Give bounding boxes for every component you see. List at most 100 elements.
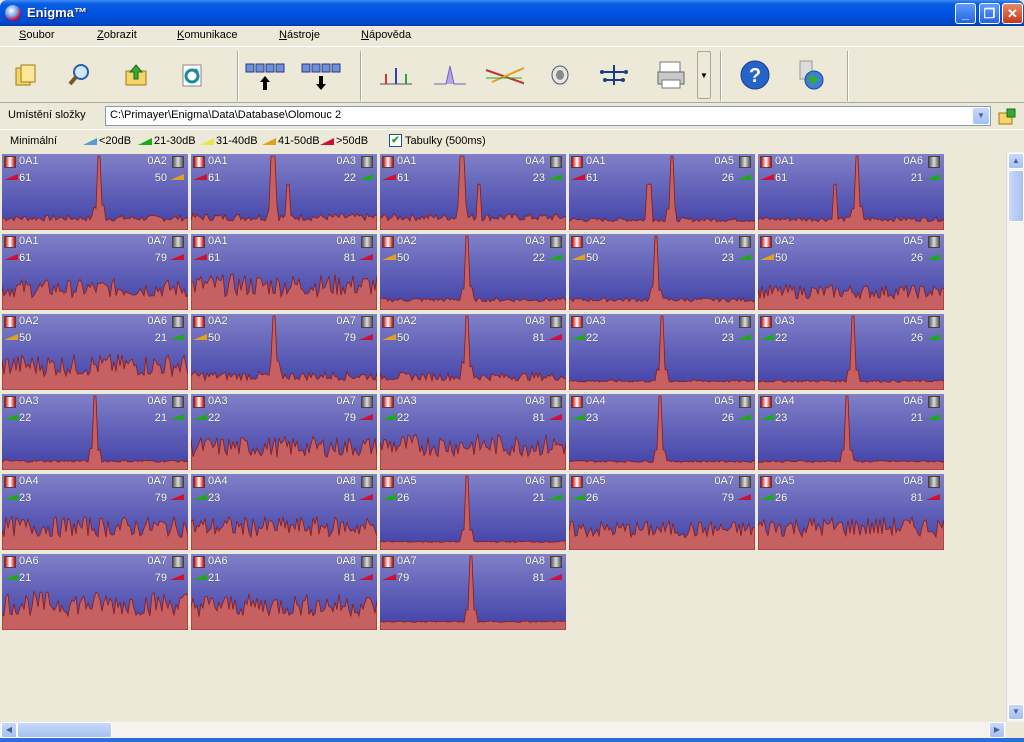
- logger-flag-icon[interactable]: [172, 236, 184, 248]
- logger-flag-icon[interactable]: [760, 396, 772, 408]
- correlation-cell[interactable]: 0A2 0A4 50 23: [569, 234, 755, 310]
- correlation-cell[interactable]: 0A4 0A6 23 21: [758, 394, 944, 470]
- download-icon[interactable]: [301, 55, 341, 95]
- logger-flag-icon[interactable]: [571, 156, 583, 168]
- correlation-cell[interactable]: 0A2 0A7 50 79: [191, 314, 377, 390]
- logger-flag-icon[interactable]: [361, 156, 373, 168]
- correlation-cell[interactable]: 0A3 0A6 22 21: [2, 394, 188, 470]
- scroll-left-arrow[interactable]: ◀: [1, 722, 17, 738]
- logger-flag-icon[interactable]: [571, 476, 583, 488]
- logger-flag-icon[interactable]: [193, 156, 205, 168]
- correlation-cell[interactable]: 0A7 0A8 79 81: [380, 554, 566, 630]
- correlation-cell[interactable]: 0A1 0A5 61 26: [569, 154, 755, 230]
- logger-flag-icon[interactable]: [172, 396, 184, 408]
- logger-flag-icon[interactable]: [571, 316, 583, 328]
- logger-flag-icon[interactable]: [361, 476, 373, 488]
- logger-flag-icon[interactable]: [193, 316, 205, 328]
- logger-flag-icon[interactable]: [550, 156, 562, 168]
- correlation-cell[interactable]: 0A1 0A6 61 21: [758, 154, 944, 230]
- correlation-cell[interactable]: 0A3 0A4 22 23: [569, 314, 755, 390]
- upload-icon[interactable]: [245, 55, 285, 95]
- network-icon[interactable]: [594, 55, 634, 95]
- open-folder-icon[interactable]: [6, 55, 46, 95]
- menu-komunikace[interactable]: Komunikace: [177, 29, 238, 41]
- logger-flag-icon[interactable]: [928, 156, 940, 168]
- logger-flag-icon[interactable]: [4, 316, 16, 328]
- logger-flag-icon[interactable]: [193, 476, 205, 488]
- scroll-right-arrow[interactable]: ▶: [989, 722, 1005, 738]
- correlation-cell[interactable]: 0A1 0A3 61 22: [191, 154, 377, 230]
- logger-flag-icon[interactable]: [571, 396, 583, 408]
- tables-checkbox[interactable]: ✔: [389, 134, 402, 147]
- spectrum-single-icon[interactable]: [430, 55, 470, 95]
- globe-icon[interactable]: [790, 55, 830, 95]
- correlation-icon[interactable]: [484, 55, 524, 95]
- correlation-cell[interactable]: 0A1 0A8 61 81: [191, 234, 377, 310]
- correlation-cell[interactable]: 0A2 0A3 50 22: [380, 234, 566, 310]
- logger-flag-icon[interactable]: [928, 476, 940, 488]
- logger-flag-icon[interactable]: [4, 476, 16, 488]
- menu-napoveda[interactable]: Nápověda: [361, 29, 411, 41]
- correlation-cell[interactable]: 0A3 0A7 22 79: [191, 394, 377, 470]
- refresh-icon[interactable]: [172, 55, 212, 95]
- logger-flag-icon[interactable]: [550, 236, 562, 248]
- horizontal-scrollbar[interactable]: ◀ ▶: [0, 722, 1006, 738]
- minimize-button[interactable]: _: [955, 3, 976, 24]
- logger-flag-icon[interactable]: [550, 316, 562, 328]
- logger-flag-icon[interactable]: [760, 316, 772, 328]
- correlation-cell[interactable]: 0A2 0A6 50 21: [2, 314, 188, 390]
- menu-nastroje[interactable]: Nástroje: [279, 29, 320, 41]
- logger-flag-icon[interactable]: [550, 476, 562, 488]
- print-dropdown-arrow[interactable]: ▼: [697, 51, 711, 99]
- logger-flag-icon[interactable]: [739, 236, 751, 248]
- correlation-cell[interactable]: 0A4 0A5 23 26: [569, 394, 755, 470]
- correlation-cell[interactable]: 0A2 0A5 50 26: [758, 234, 944, 310]
- logger-flag-icon[interactable]: [4, 156, 16, 168]
- folder-up-icon[interactable]: [116, 55, 156, 95]
- logger-flag-icon[interactable]: [361, 396, 373, 408]
- logger-flag-icon[interactable]: [739, 396, 751, 408]
- logger-flag-icon[interactable]: [382, 316, 394, 328]
- correlation-cell[interactable]: 0A1 0A7 61 79: [2, 234, 188, 310]
- menu-soubor[interactable]: Soubor: [19, 29, 54, 41]
- logger-flag-icon[interactable]: [193, 556, 205, 568]
- logger-flag-icon[interactable]: [382, 236, 394, 248]
- logger-flag-icon[interactable]: [172, 316, 184, 328]
- logger-flag-icon[interactable]: [550, 556, 562, 568]
- logger-flag-icon[interactable]: [928, 316, 940, 328]
- logger-flag-icon[interactable]: [760, 476, 772, 488]
- scroll-up-arrow[interactable]: ▲: [1008, 153, 1024, 169]
- correlation-cell[interactable]: 0A5 0A7 26 79: [569, 474, 755, 550]
- logger-flag-icon[interactable]: [172, 476, 184, 488]
- correlation-cell[interactable]: 0A5 0A6 26 21: [380, 474, 566, 550]
- correlation-cell[interactable]: 0A2 0A8 50 81: [380, 314, 566, 390]
- help-icon[interactable]: ?: [735, 55, 775, 95]
- correlation-cell[interactable]: 0A5 0A8 26 81: [758, 474, 944, 550]
- correlation-cell[interactable]: 0A1 0A2 61 50: [2, 154, 188, 230]
- logger-flag-icon[interactable]: [739, 476, 751, 488]
- logger-flag-icon[interactable]: [193, 396, 205, 408]
- correlation-cell[interactable]: 0A4 0A8 23 81: [191, 474, 377, 550]
- logger-flag-icon[interactable]: [760, 236, 772, 248]
- logger-flag-icon[interactable]: [382, 156, 394, 168]
- address-dropdown-arrow[interactable]: ▼: [973, 108, 989, 124]
- correlation-cell[interactable]: 0A3 0A5 22 26: [758, 314, 944, 390]
- logger-flag-icon[interactable]: [382, 396, 394, 408]
- logger-flag-icon[interactable]: [382, 556, 394, 568]
- correlation-cell[interactable]: 0A6 0A7 21 79: [2, 554, 188, 630]
- logger-flag-icon[interactable]: [928, 396, 940, 408]
- menu-zobrazit[interactable]: Zobrazit: [97, 29, 137, 41]
- logger-flag-icon[interactable]: [172, 156, 184, 168]
- logger-flag-icon[interactable]: [550, 396, 562, 408]
- browse-folder-icon[interactable]: [998, 108, 1016, 126]
- maximize-button[interactable]: ❐: [979, 3, 1000, 24]
- logger-flag-icon[interactable]: [382, 476, 394, 488]
- logger-flag-icon[interactable]: [361, 236, 373, 248]
- logger-flag-icon[interactable]: [172, 556, 184, 568]
- logger-flag-icon[interactable]: [739, 156, 751, 168]
- print-icon[interactable]: [652, 55, 692, 95]
- close-button[interactable]: ✕: [1002, 3, 1023, 24]
- logger-flag-icon[interactable]: [571, 236, 583, 248]
- scroll-down-arrow[interactable]: ▼: [1008, 704, 1024, 720]
- logger-flag-icon[interactable]: [4, 396, 16, 408]
